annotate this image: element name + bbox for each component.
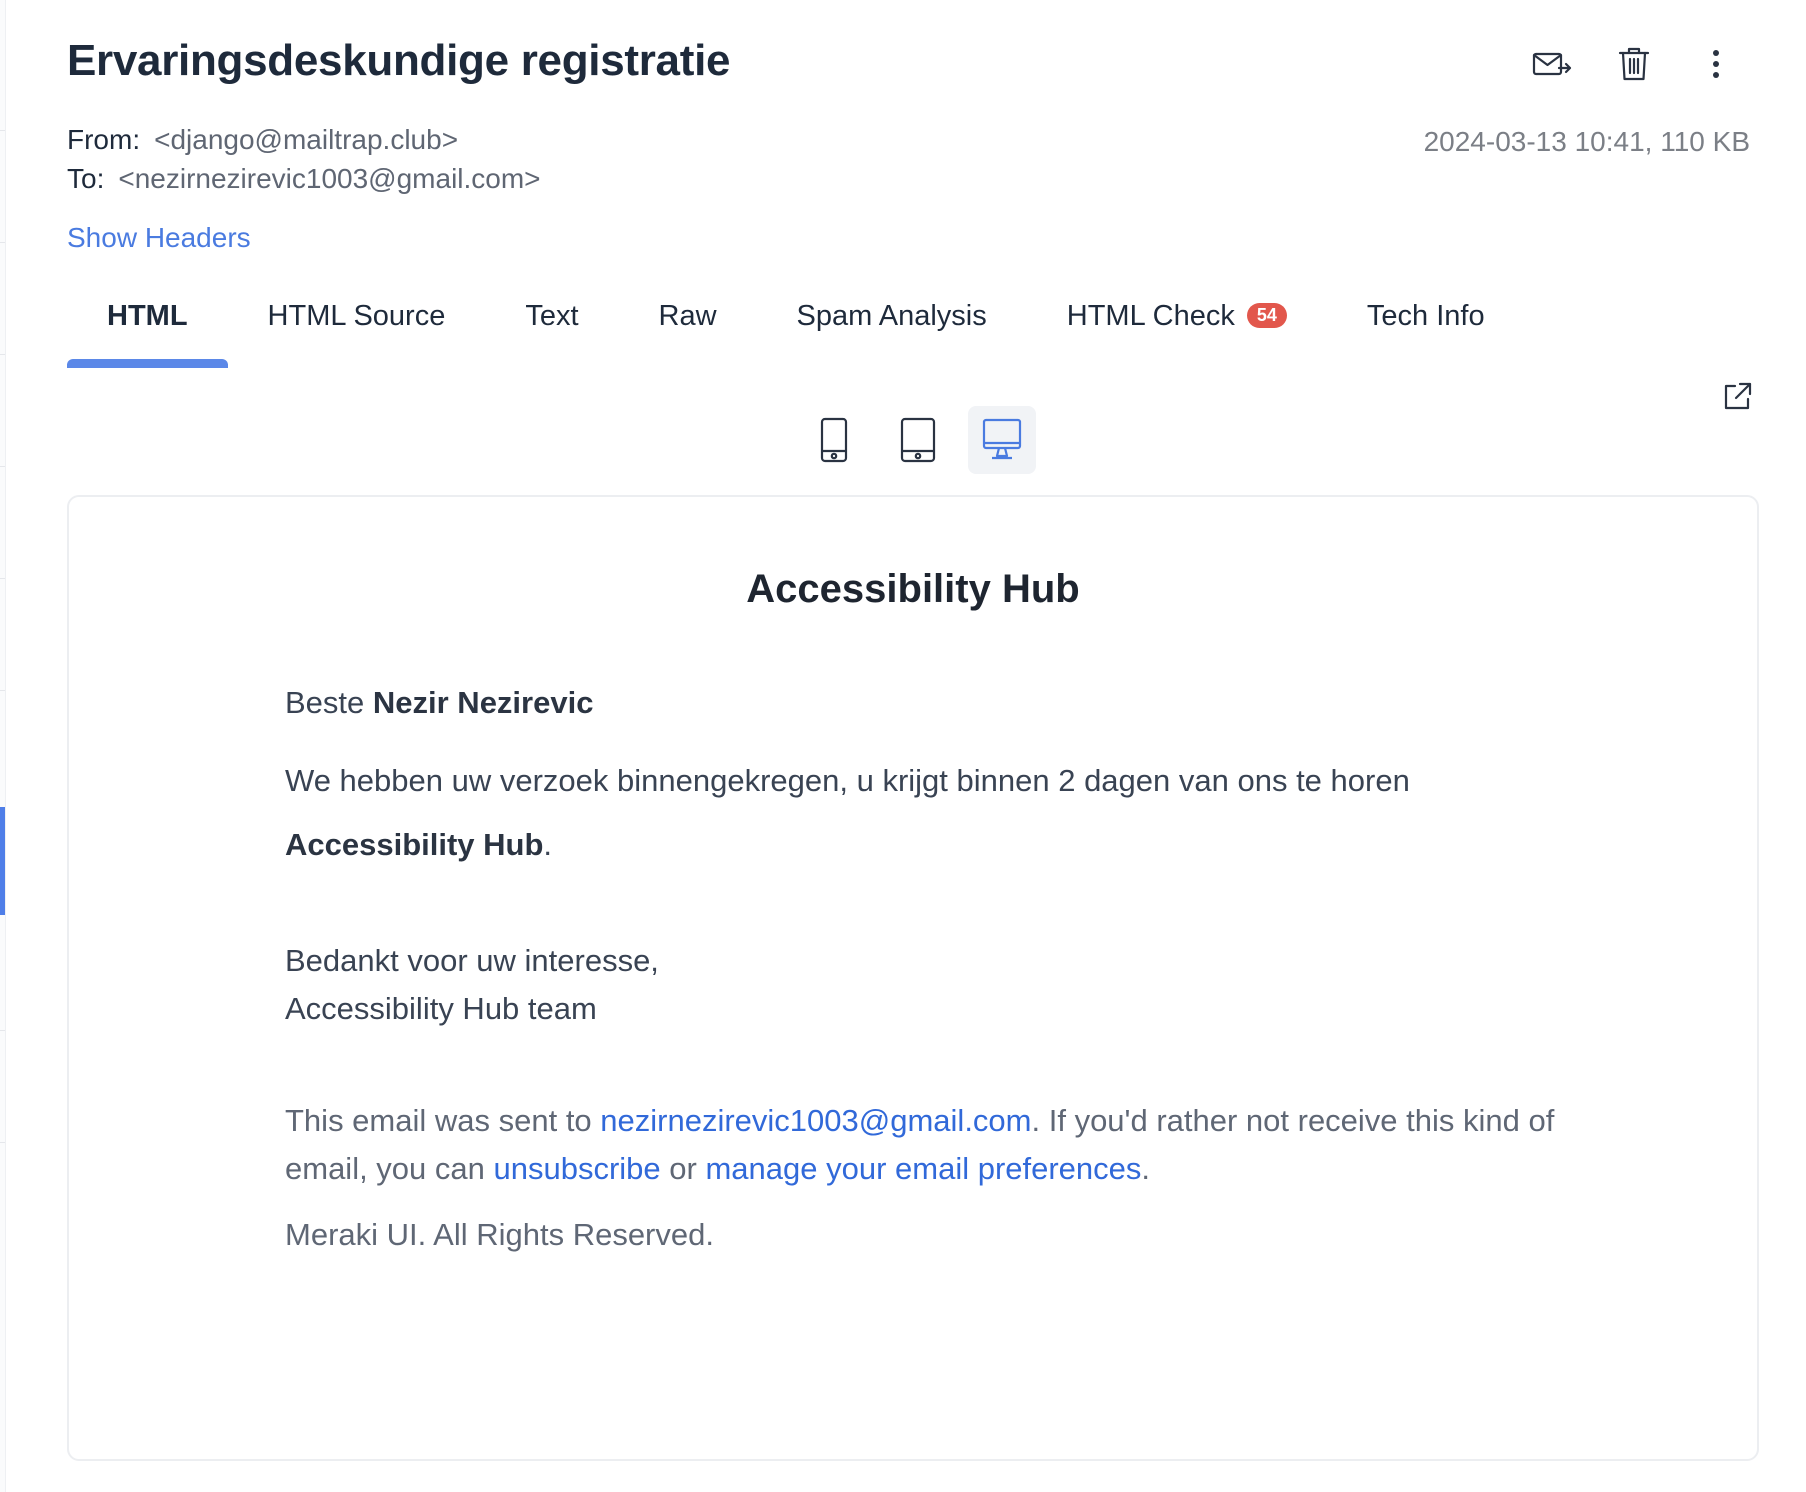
from-row: From: <django@mailtrap.club> [67,124,458,156]
greeting: Beste Nezir Nezirevic [285,685,1585,721]
device-preview-switcher [800,406,1036,474]
rail-active-indicator [0,807,5,915]
message-brand: Accessibility Hub [285,827,544,862]
rail-divider [0,1030,5,1031]
show-headers-link[interactable]: Show Headers [67,222,251,254]
email-subject: Ervaringsdeskundige registratie [67,36,731,85]
footer-prefix: This email was sent to [285,1103,601,1138]
mobile-icon [820,417,848,463]
tab-label: Spam Analysis [796,300,987,332]
tab-label: HTML [107,300,188,332]
desktop-view-button[interactable] [968,406,1036,474]
date-size: 2024-03-13 10:41, 110 KB [1423,126,1750,157]
preview-heading: Accessibility Hub [746,567,1080,611]
thanks-line: Bedankt voor uw interesse, [285,943,659,978]
team-line: Accessibility Hub team [285,991,597,1026]
delete-button[interactable] [1614,44,1654,84]
rail-divider [0,466,5,467]
rail-divider [0,578,5,579]
preview-body: Beste Nezir Nezirevic We hebben uw verzo… [285,685,1585,1253]
open-in-new-window-button[interactable] [1720,380,1754,414]
tab-spam-analysis[interactable]: Spam Analysis [757,290,1027,360]
from-label: From: [67,124,141,155]
tablet-view-button[interactable] [884,406,952,474]
from-address: <django@mailtrap.club> [154,124,459,155]
to-address: <nezirnezirevic1003@gmail.com> [118,163,541,194]
tab-label: Raw [658,300,717,332]
email-preview-frame: Accessibility Hub Beste Nezir Nezirevic … [67,495,1759,1461]
more-vertical-icon [1713,50,1719,78]
tab-label: HTML Check [1066,300,1235,332]
left-rail [0,0,6,1492]
tab-text[interactable]: Text [485,290,618,360]
manage-preferences-link[interactable]: manage your email preferences [705,1151,1141,1186]
tab-html-check[interactable]: HTML Check 54 [1027,290,1327,360]
tablet-icon [900,417,936,463]
message-text: We hebben uw verzoek binnengekregen, u k… [285,763,1410,798]
rail-divider [0,354,5,355]
recipient-email-link[interactable]: nezirnezirevic1003@gmail.com [600,1103,1031,1138]
tab-tech-info[interactable]: Tech Info [1327,290,1525,360]
recipient-name: Nezir Nezirevic [372,685,594,720]
rail-divider [0,130,5,131]
rail-divider [0,242,5,243]
email-toolbar [1532,44,1736,84]
mobile-view-button[interactable] [800,406,868,474]
greeting-prefix: Beste [285,685,373,720]
view-tabs: HTML HTML Source Text Raw Spam Analysis … [67,290,1525,368]
copyright: Meraki UI. All Rights Reserved. [285,1217,714,1252]
footer-or: or [660,1151,706,1186]
footer-end: . [1141,1151,1151,1186]
rail-divider [0,1142,5,1143]
more-options-button[interactable] [1696,44,1736,84]
desktop-icon [982,418,1022,460]
tab-raw[interactable]: Raw [619,290,757,360]
message-paragraph: We hebben uw verzoek binnengekregen, u k… [285,749,1585,877]
tab-label: Tech Info [1366,300,1485,332]
message-period: . [543,827,553,862]
rail-divider [0,690,5,691]
tab-label: HTML Source [267,300,446,332]
tab-label: Text [525,300,579,332]
trash-icon [1618,47,1650,81]
signoff: Bedankt voor uw interesse, Accessibility … [285,937,1585,1033]
unsubscribe-notice: This email was sent to nezirnezirevic100… [285,1097,1555,1193]
tab-html[interactable]: HTML [67,290,228,368]
forward-button[interactable] [1532,44,1572,84]
html-check-count-badge: 54 [1246,303,1287,328]
unsubscribe-link[interactable]: unsubscribe [494,1151,661,1186]
forward-mail-icon [1532,52,1572,76]
tab-html-source[interactable]: HTML Source [228,290,486,360]
to-row: To: <nezirnezirevic1003@gmail.com> [67,163,541,195]
to-label: To: [67,163,105,194]
external-link-icon [1724,382,1752,410]
